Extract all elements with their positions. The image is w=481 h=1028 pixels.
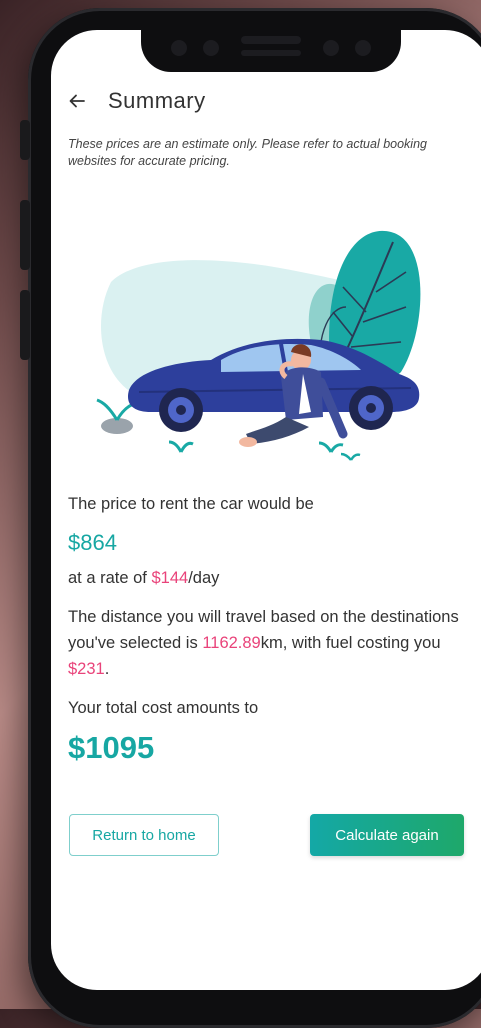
- fuel-suffix: .: [104, 660, 110, 678]
- summary-content: The price to rent the car would be $864 …: [68, 492, 478, 766]
- rate-suffix: /day: [188, 569, 220, 587]
- distance-km-unit: km,: [260, 634, 288, 652]
- return-home-button[interactable]: Return to home: [69, 814, 219, 856]
- disclaimer-text: These prices are an estimate only. Pleas…: [68, 137, 427, 168]
- rental-rate: at a rate of $144/day: [68, 566, 478, 590]
- phone-screen: Summary These prices are an estimate onl…: [51, 30, 481, 990]
- phone-silent-switch: [20, 120, 30, 160]
- back-arrow-icon[interactable]: [68, 92, 86, 110]
- phone-volume-up: [20, 200, 30, 270]
- distance-km-value: 1162.89: [202, 634, 261, 652]
- app-header: Summary: [68, 88, 206, 114]
- rate-prefix: at a rate of: [68, 569, 152, 587]
- fuel-prefix: with fuel costing you: [287, 634, 441, 652]
- page-title: Summary: [108, 88, 206, 113]
- rental-intro: The price to rent the car would be: [68, 495, 314, 513]
- rental-price: $864: [68, 530, 117, 555]
- calculate-again-button[interactable]: Calculate again: [310, 814, 464, 856]
- distance-text: The distance you will travel based on th…: [68, 604, 478, 682]
- rate-value: $144: [151, 569, 189, 587]
- phone-volume-down: [20, 290, 30, 360]
- total-cost: $1095: [68, 730, 155, 765]
- total-label: Your total cost amounts to: [68, 699, 259, 717]
- fuel-value: $231: [68, 660, 105, 678]
- car-breakdown-illustration: [81, 212, 441, 462]
- phone-notch: [141, 30, 401, 72]
